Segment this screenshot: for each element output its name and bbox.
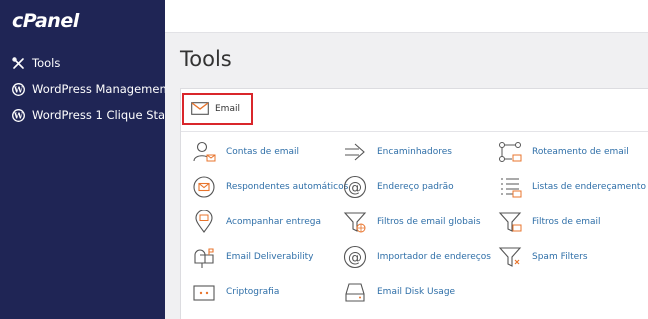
- email-section-header[interactable]: Email: [182, 93, 253, 125]
- email-accounts-icon: [191, 139, 217, 165]
- tool-mailing-lists[interactable]: Listas de endereçamento: [497, 174, 646, 200]
- tool-track-delivery[interactable]: Acompanhar entrega: [191, 209, 321, 235]
- tools-icon: [11, 56, 25, 70]
- default-address-icon: @: [342, 174, 368, 200]
- email-filters-icon: [497, 209, 523, 235]
- spam-filters-icon: [497, 244, 523, 270]
- tool-label: Email Deliverability: [226, 252, 314, 262]
- tool-spam-filters[interactable]: Spam Filters: [497, 244, 588, 270]
- tool-label: Roteamento de email: [532, 147, 629, 157]
- sidebar: cPanel Tools W WordPress Management W Wo…: [0, 0, 172, 319]
- tool-forwarders[interactable]: Encaminhadores: [342, 139, 452, 165]
- deliverability-icon: [191, 244, 217, 270]
- mailing-lists-icon: [497, 174, 523, 200]
- email-routing-icon: [497, 139, 523, 165]
- tool-label: Acompanhar entrega: [226, 217, 321, 227]
- tool-label: Endereço padrão: [377, 182, 454, 192]
- tool-email-disk-usage[interactable]: Email Disk Usage: [342, 279, 455, 305]
- page-title: Tools: [180, 47, 232, 71]
- tool-label: Email Disk Usage: [377, 287, 456, 297]
- tool-label: Listas de endereçamento: [532, 182, 646, 192]
- top-bar: [165, 0, 648, 33]
- svg-text:W: W: [13, 84, 24, 94]
- tool-label: Filtros de email: [532, 217, 601, 227]
- tool-encryption[interactable]: Criptografia: [191, 279, 279, 305]
- tool-label: Criptografia: [226, 287, 280, 297]
- tool-label: Spam Filters: [532, 252, 588, 262]
- divider: [181, 131, 648, 132]
- tool-address-importer[interactable]: @ Importador de endereços: [342, 244, 491, 270]
- cpanel-logo[interactable]: cPanel: [12, 10, 79, 32]
- tool-email-deliverability[interactable]: Email Deliverability: [191, 244, 313, 270]
- wordpress-icon: W: [11, 108, 25, 122]
- tool-global-filters[interactable]: Filtros de email globais: [342, 209, 481, 235]
- tool-default-address[interactable]: @ Endereço padrão: [342, 174, 454, 200]
- main-content: Tools Email Contas de email Encaminhador…: [165, 0, 648, 319]
- track-delivery-icon: [191, 209, 217, 235]
- tool-email-routing[interactable]: Roteamento de email: [497, 139, 629, 165]
- encryption-icon: [191, 279, 217, 305]
- tool-label: Filtros de email globais: [377, 217, 481, 227]
- sidebar-item-label: WordPress Management: [32, 82, 172, 96]
- sidebar-item-wordpress-1-clique[interactable]: W WordPress 1 Clique Stay: [11, 108, 172, 122]
- sidebar-item-wordpress-management[interactable]: W WordPress Management: [11, 82, 171, 96]
- wordpress-icon: W: [11, 82, 25, 96]
- envelope-icon: [191, 100, 209, 119]
- tool-label: Importador de endereços: [377, 252, 491, 262]
- sidebar-item-label: Tools: [32, 56, 61, 70]
- tool-label: Respondentes automáticos: [226, 182, 349, 192]
- svg-text:@: @: [348, 250, 362, 266]
- forwarders-icon: [342, 139, 368, 165]
- tool-label: Encaminhadores: [377, 147, 452, 157]
- email-section-card: Email Contas de email Encaminhadores Rot…: [180, 88, 648, 319]
- svg-text:@: @: [348, 180, 362, 196]
- tool-email-accounts[interactable]: Contas de email: [191, 139, 299, 165]
- sidebar-item-label: WordPress 1 Clique Stay: [32, 108, 172, 122]
- disk-usage-icon: [342, 279, 368, 305]
- global-filters-icon: [342, 209, 368, 235]
- svg-text:W: W: [13, 110, 24, 120]
- tool-label: Contas de email: [226, 147, 300, 157]
- address-importer-icon: @: [342, 244, 368, 270]
- autoresponders-icon: [191, 174, 217, 200]
- sidebar-item-tools[interactable]: Tools: [11, 56, 60, 70]
- tool-email-filters[interactable]: Filtros de email: [497, 209, 601, 235]
- email-section-title: Email: [215, 104, 240, 114]
- tool-autoresponders[interactable]: Respondentes automáticos: [191, 174, 348, 200]
